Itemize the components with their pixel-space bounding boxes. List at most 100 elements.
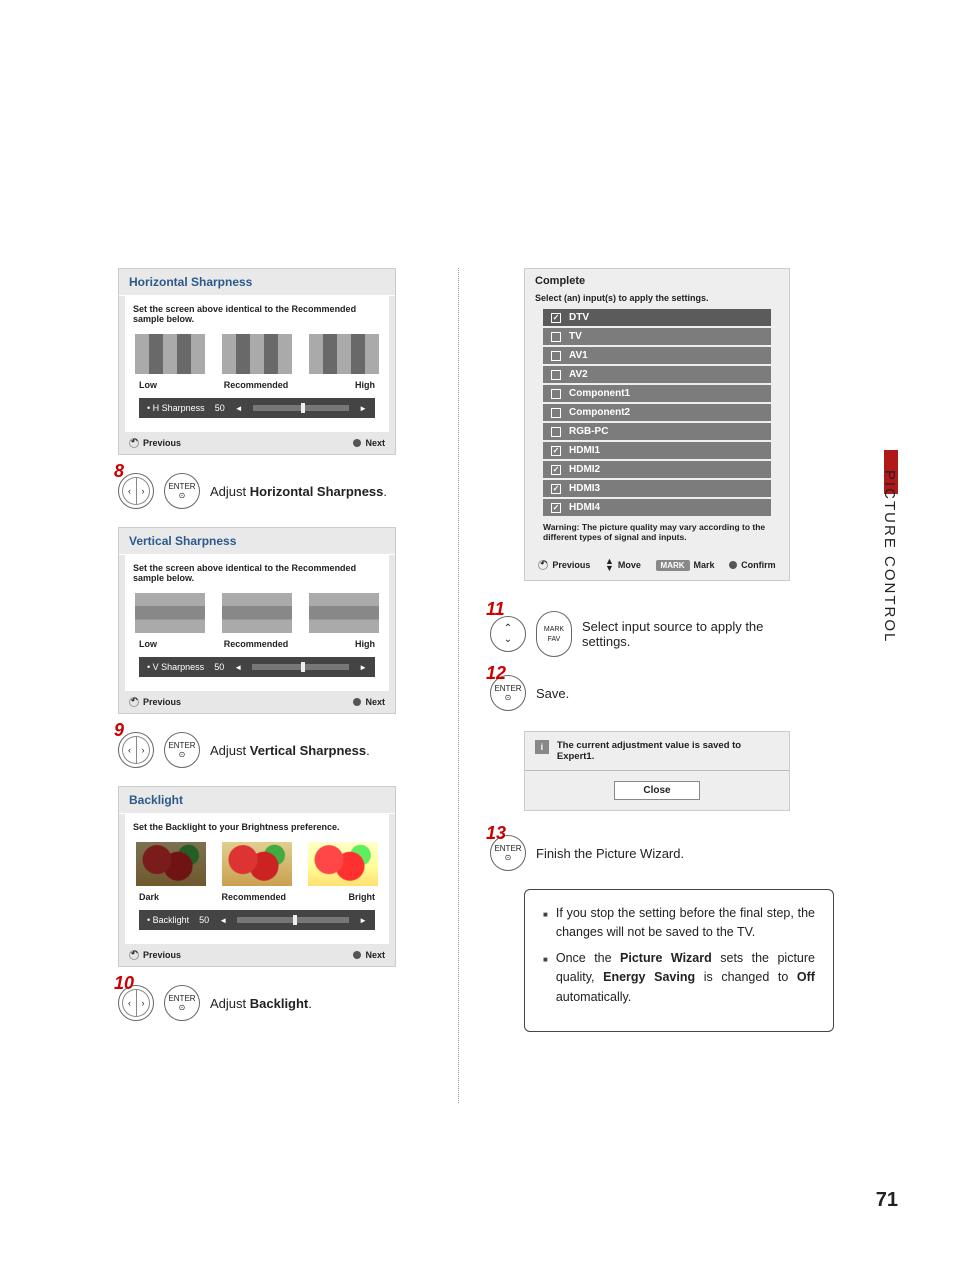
sample-dark [136,842,206,886]
footer-next[interactable]: Next [365,697,385,707]
input-label: DTV [569,312,589,323]
sample-low [135,593,205,633]
step-9: 9 ‹› ENTER⊙ Adjust Vertical Sharpness. [118,732,396,768]
input-row-hdmi1[interactable]: ✓ HDMI1 [543,442,771,459]
input-row-hdmi4[interactable]: ✓HDMI4 [543,499,771,516]
input-row-component2[interactable]: Component2 [543,404,771,421]
step-text-bold: Horizontal Sharpness [250,484,384,499]
checkbox-icon[interactable]: ✓ [551,313,561,323]
step-text-pre: Adjust [210,743,250,758]
checkbox-icon[interactable] [551,389,561,399]
sample-high [309,593,379,633]
panel-vertical-sharpness: Vertical Sharpness Set the screen above … [118,527,396,714]
footer-previous[interactable]: Previous [552,560,590,570]
note-1: If you stop the setting before the final… [556,904,815,943]
step-12: 12 ENTER⊙ Save. [490,675,790,711]
dot-icon [353,698,361,706]
step-11: 11 ⌃⌄ MARKFAV Select input source to app… [490,611,790,657]
slider-track[interactable] [252,664,349,670]
step-10: 10 ‹› ENTER⊙ Adjust Backlight. [118,985,396,1021]
v-sharpness-slider[interactable]: • V Sharpness 50 ◄ ► [139,657,375,677]
label-recommended: Recommended [224,639,289,649]
input-label: HDMI1 [569,445,600,456]
sample-recommended [222,334,292,374]
warning-text: Warning: The picture quality may vary ac… [525,518,789,552]
enter-button[interactable]: ENTER⊙ [164,473,200,509]
step-number: 11 [486,599,505,620]
checkbox-icon[interactable] [551,427,561,437]
footer-previous[interactable]: Previous [143,950,181,960]
checkbox-icon[interactable] [551,408,561,418]
panel-instruction: Set the screen above identical to the Re… [133,563,381,583]
step-number: 13 [486,823,506,844]
checkbox-icon[interactable] [551,332,561,342]
step-number: 9 [114,720,124,741]
sample-high [309,334,379,374]
footer-mark[interactable]: Mark [694,560,715,570]
back-arrow-icon [129,950,139,960]
close-button[interactable]: Close [614,781,699,800]
input-row-tv[interactable]: TV [543,328,771,345]
enter-button[interactable]: ENTER⊙ [164,985,200,1021]
input-label: Component1 [569,388,630,399]
mark-fav-button[interactable]: MARKFAV [536,611,572,657]
input-row-rgb-pc[interactable]: RGB-PC [543,423,771,440]
checkbox-icon[interactable]: ✓ [551,465,561,475]
checkbox-icon[interactable]: ✓ [551,484,561,494]
sample-low [135,334,205,374]
step-text-post: . [383,484,387,499]
triangle-left-icon: ◄ [234,663,242,672]
dot-icon [729,561,737,569]
step-text-post: . [366,743,370,758]
input-row-component1[interactable]: Component1 [543,385,771,402]
triangle-right-icon: ► [359,916,367,925]
input-label: RGB-PC [569,426,608,437]
dot-icon [353,951,361,959]
input-row-hdmi2[interactable]: ✓HDMI2 [543,461,771,478]
input-row-av1[interactable]: AV1 [543,347,771,364]
notes-box: If you stop the setting before the final… [524,889,834,1032]
panel-title: Complete [525,269,789,293]
label-low: Low [139,380,157,390]
slider-track[interactable] [237,917,349,923]
step-text: Select input source to apply the setting… [582,619,790,649]
footer-move[interactable]: Move [618,560,641,570]
triangle-left-icon: ◄ [219,916,227,925]
label-bright: Bright [348,892,375,902]
slider-label: • H Sharpness [147,403,205,413]
sample-bright [308,842,378,886]
note-2: Once the Picture Wizard sets the picture… [556,949,815,1007]
column-divider [458,268,459,1103]
step-text-pre: Adjust [210,996,250,1011]
step-8: 8 ‹› ENTER⊙ Adjust Horizontal Sharpness. [118,473,396,509]
mark-badge: MARK [656,560,690,571]
page-number: 71 [876,1189,898,1212]
slider-track[interactable] [253,405,349,411]
footer-next[interactable]: Next [365,950,385,960]
input-row-hdmi3[interactable]: ✓ HDMI3 [543,480,771,497]
up-down-button[interactable]: ⌃⌄ [490,616,526,652]
enter-button[interactable]: ENTER⊙ [164,732,200,768]
slider-value: 50 [215,403,225,413]
footer-previous[interactable]: Previous [143,697,181,707]
sample-recommended [222,842,292,886]
panel-instruction: Set the screen above identical to the Re… [133,304,381,324]
back-arrow-icon [538,560,548,570]
input-label: HDMI3 [569,483,600,494]
slider-value: 50 [214,662,224,672]
step-text-pre: Adjust [210,484,250,499]
checkbox-icon[interactable] [551,370,561,380]
checkbox-icon[interactable]: ✓ [551,446,561,456]
input-row-dtv[interactable]: ✓ DTV [543,309,771,326]
input-row-av2[interactable]: AV2 [543,366,771,383]
footer-confirm[interactable]: Confirm [741,560,776,570]
panel-title: Horizontal Sharpness [119,269,395,296]
checkbox-icon[interactable]: ✓ [551,503,561,513]
h-sharpness-slider[interactable]: • H Sharpness 50 ◄ ► [139,398,375,418]
checkbox-icon[interactable] [551,351,561,361]
backlight-slider[interactable]: • Backlight 50 ◄ ► [139,910,375,930]
footer-previous[interactable]: Previous [143,438,181,448]
panel-title: Vertical Sharpness [119,528,395,555]
footer-next[interactable]: Next [365,438,385,448]
slider-value: 50 [199,915,209,925]
